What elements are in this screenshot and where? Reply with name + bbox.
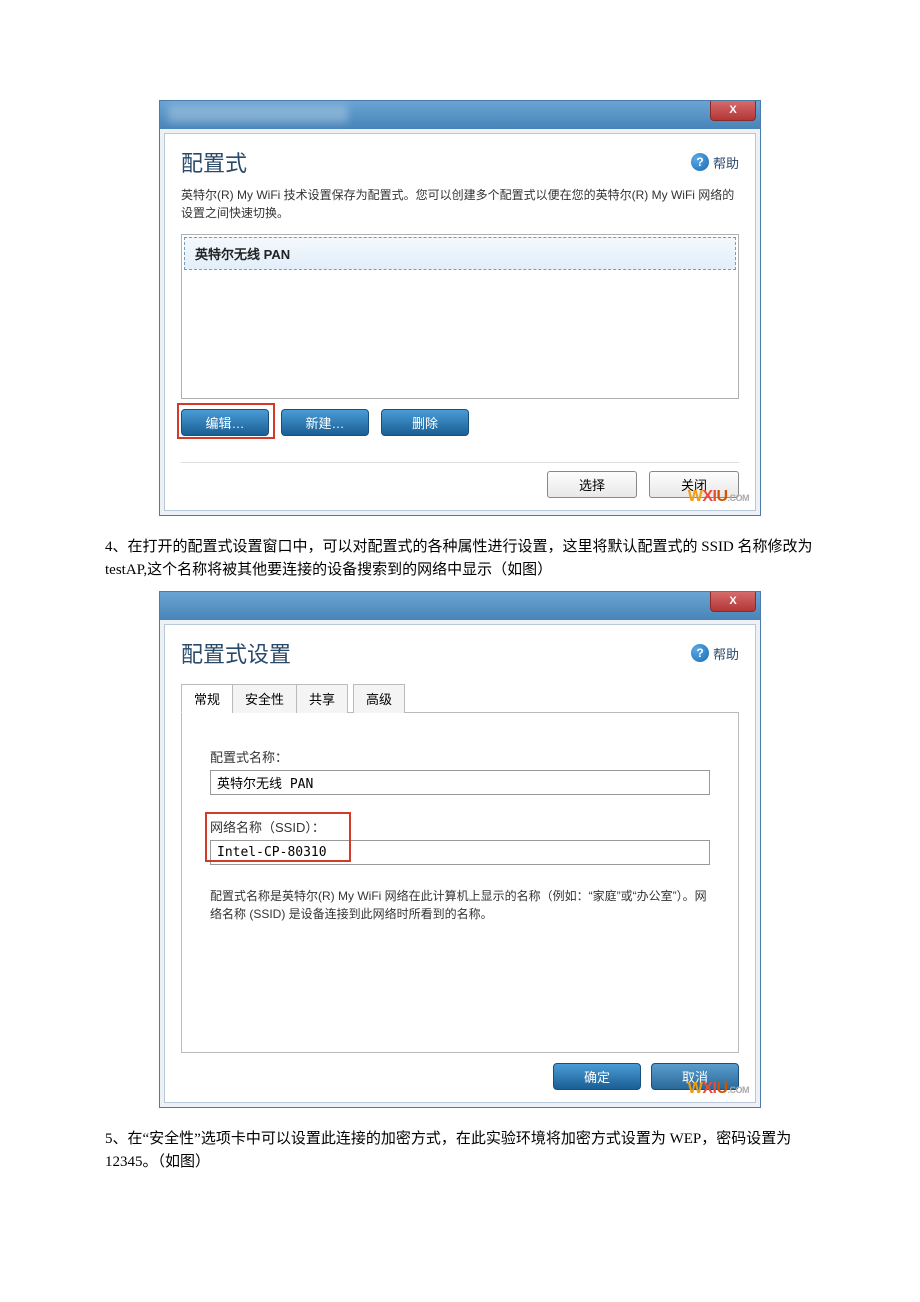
article-step-5: 5、在“安全性”选项卡中可以设置此连接的加密方式，在此实验环境将加密方式设置为 …	[105, 1128, 815, 1173]
ssid-group: 网络名称（SSID）：	[210, 817, 710, 865]
delete-button[interactable]: 删除	[381, 409, 469, 436]
titlebar[interactable]: X	[160, 592, 760, 620]
article-step-4: 4、在打开的配置式设置窗口中，可以对配置式的各种属性进行设置，这里将默认配置式的…	[105, 536, 815, 581]
ssid-input[interactable]	[210, 840, 710, 865]
list-item[interactable]: 英特尔无线 PAN	[184, 237, 736, 270]
help-icon: ?	[691, 153, 709, 171]
dialog-title: 配置式	[181, 146, 247, 178]
edit-button[interactable]: 编辑…	[181, 409, 269, 436]
help-link[interactable]: ? 帮助	[691, 153, 739, 172]
client-area: 配置式 ? 帮助 英特尔(R) My WiFi 技术设置保存为配置式。您可以创建…	[164, 133, 756, 511]
ssid-label: 网络名称（SSID）：	[210, 817, 710, 836]
help-label: 帮助	[713, 644, 739, 663]
close-icon[interactable]: X	[710, 101, 756, 121]
tab-page-general: 配置式名称： 网络名称（SSID）： 配置式名称是英特尔(R) My WiFi …	[181, 713, 739, 1053]
profiles-window: X 配置式 ? 帮助 英特尔(R) My WiFi 技术设置保存为配置式。您可以…	[159, 100, 761, 516]
tabbar: 常规 安全性 共享 高级	[181, 683, 739, 713]
help-link[interactable]: ? 帮助	[691, 644, 739, 663]
ok-button[interactable]: 确定	[553, 1063, 641, 1090]
client-area: 配置式设置 ? 帮助 常规 安全性 共享 高级 配置式名称： 网络名称（SSID…	[164, 624, 756, 1103]
profile-listbox[interactable]: 英特尔无线 PAN	[181, 234, 739, 399]
help-label: 帮助	[713, 153, 739, 172]
tab-advanced[interactable]: 高级	[353, 684, 405, 713]
dialog-description: 英特尔(R) My WiFi 技术设置保存为配置式。您可以创建多个配置式以便在您…	[181, 186, 739, 222]
field-explanation: 配置式名称是英特尔(R) My WiFi 网络在此计算机上显示的名称（例如：“家…	[210, 887, 710, 923]
titlebar[interactable]: X	[160, 101, 760, 129]
dialog-title: 配置式设置	[181, 637, 291, 669]
profile-name-group: 配置式名称：	[210, 747, 710, 795]
help-icon: ?	[691, 644, 709, 662]
titlebar-blur	[168, 105, 348, 123]
close-icon[interactable]: X	[710, 592, 756, 612]
profile-name-input[interactable]	[210, 770, 710, 795]
tab-security[interactable]: 安全性	[232, 684, 297, 713]
watermark: WXIU.COM	[688, 1080, 749, 1098]
new-button[interactable]: 新建…	[281, 409, 369, 436]
tab-general[interactable]: 常规	[181, 684, 233, 713]
select-button[interactable]: 选择	[547, 471, 637, 498]
profile-settings-window: X 配置式设置 ? 帮助 常规 安全性 共享 高级 配置式名称： 网络名称（SS…	[159, 591, 761, 1108]
profile-name-label: 配置式名称：	[210, 747, 710, 766]
watermark: WXIU.COM	[688, 488, 749, 506]
tab-share[interactable]: 共享	[296, 684, 348, 713]
